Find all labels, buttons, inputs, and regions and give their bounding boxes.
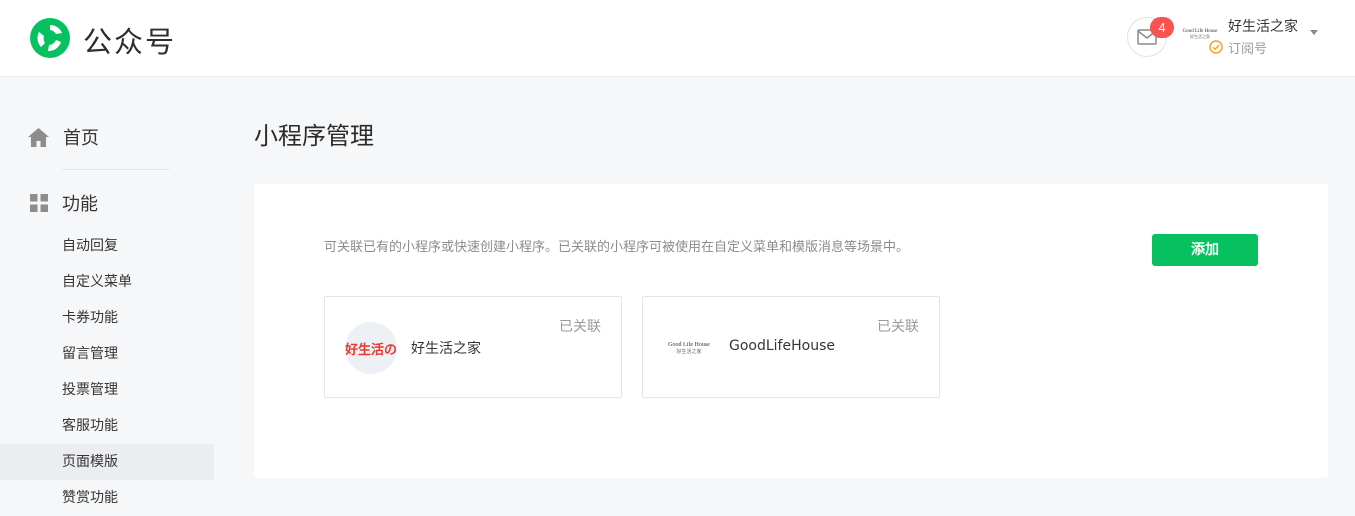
sidebar-item-auto-reply[interactable]: 自动回复 <box>0 228 214 264</box>
sidebar-section-functions[interactable]: 功能 <box>30 190 98 216</box>
account-avatar-subtext: 好生活之家 <box>1190 33 1210 39</box>
sidebar: 首页 功能 自动回复 自定义菜单 卡券功能 留言管理 投票管理 客服功能 页面模… <box>0 77 214 516</box>
sidebar-item-page-templates[interactable]: 页面模版 <box>0 444 214 480</box>
sidebar-section-functions-label: 功能 <box>62 194 98 215</box>
card-status: 已关联 <box>877 319 919 335</box>
card-status: 已关联 <box>559 319 601 335</box>
mini-program-panel: 可关联已有的小程序或快速创建小程序。已关联的小程序可被使用在自定义菜单和模版消息… <box>254 184 1328 478</box>
wechat-mp-logo-icon[interactable] <box>28 16 72 60</box>
mini-program-logo: Good Life House 好生活之家 <box>663 322 715 374</box>
sidebar-subnav: 自动回复 自定义菜单 卡券功能 留言管理 投票管理 客服功能 页面模版 赞赏功能 <box>0 228 214 516</box>
app-title[interactable]: 公众号 <box>83 19 176 61</box>
mini-program-name: GoodLifeHouse <box>729 338 835 354</box>
sidebar-item-home-label: 首页 <box>63 128 99 149</box>
top-bar: 公众号 4 Good Life House 好生活之家 好生活之家 订阅号 <box>0 0 1355 77</box>
sidebar-divider <box>62 169 170 170</box>
sidebar-item-customer-service[interactable]: 客服功能 <box>0 408 214 444</box>
account-name[interactable]: 好生活之家 <box>1228 16 1298 36</box>
mini-program-logo-text: 好生活の <box>345 342 397 358</box>
sidebar-item-coupons[interactable]: 卡券功能 <box>0 300 214 336</box>
verified-check-icon <box>1209 40 1223 54</box>
mini-program-name: 好生活之家 <box>411 341 481 357</box>
account-avatar[interactable]: Good Life House 好生活之家 <box>1180 27 1220 41</box>
sidebar-item-comments[interactable]: 留言管理 <box>0 336 214 372</box>
mini-program-logo-subtext: 好生活之家 <box>676 348 702 355</box>
chevron-down-icon[interactable] <box>1310 30 1318 35</box>
home-icon <box>28 127 49 147</box>
panel-description: 可关联已有的小程序或快速创建小程序。已关联的小程序可被使用在自定义菜单和模版消息… <box>324 240 910 255</box>
add-button[interactable]: 添加 <box>1152 234 1258 266</box>
sidebar-item-voting[interactable]: 投票管理 <box>0 372 214 408</box>
sidebar-item-custom-menu[interactable]: 自定义菜单 <box>0 264 214 300</box>
notification-badge: 4 <box>1150 17 1174 38</box>
page-title: 小程序管理 <box>254 122 374 150</box>
sidebar-item-home[interactable]: 首页 <box>28 124 99 150</box>
mini-program-card[interactable]: 已关联 Good Life House 好生活之家 GoodLifeHouse <box>642 296 940 398</box>
mini-program-card[interactable]: 已关联 好生活の 好生活之家 <box>324 296 622 398</box>
account-type: 订阅号 <box>1228 42 1268 57</box>
sidebar-item-tipping[interactable]: 赞赏功能 <box>0 480 214 516</box>
mini-program-logo: 好生活の <box>345 322 397 374</box>
grid-icon <box>30 194 48 212</box>
